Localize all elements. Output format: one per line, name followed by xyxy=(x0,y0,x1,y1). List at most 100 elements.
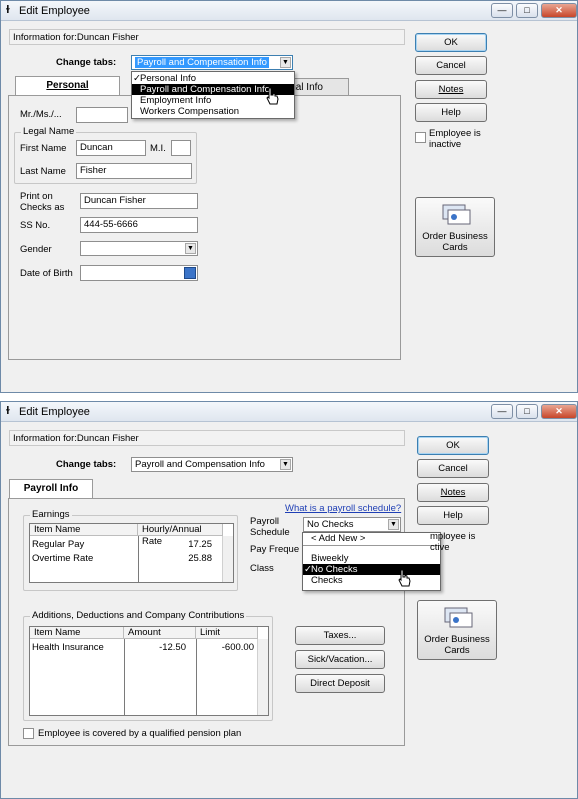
first-name-field[interactable]: Duncan xyxy=(76,140,146,156)
mr-label: Mr./Ms./... xyxy=(20,109,62,120)
payroll-schedule-select[interactable]: No Checks ▼ xyxy=(303,517,401,532)
first-name-label: First Name xyxy=(20,143,67,154)
deductions-scrollbar[interactable] xyxy=(257,639,268,715)
minimize-button[interactable]: — xyxy=(491,3,513,18)
personal-panel: Mr./Ms./... Legal Name First Name Duncan… xyxy=(8,95,401,360)
last-name-label: Last Name xyxy=(20,166,66,177)
pension-checkbox[interactable] xyxy=(23,728,34,739)
mr-field[interactable] xyxy=(76,107,128,123)
last-name-field[interactable]: Fisher xyxy=(76,163,192,179)
tab-personal[interactable]: Personal xyxy=(15,76,120,96)
inactive-label: Employee is inactive xyxy=(429,128,481,150)
deductions-table: Item Name Amount Limit Health Insurance … xyxy=(29,626,269,716)
payroll-schedule-link[interactable]: What is a payroll schedule? xyxy=(285,503,401,514)
order-business-cards-button[interactable]: Order Business Cards xyxy=(417,600,497,660)
change-tabs-select[interactable]: Payroll and Compensation Info ▼ xyxy=(131,55,293,70)
deductions-header-item: Item Name xyxy=(30,627,124,639)
sick-vacation-button[interactable]: Sick/Vacation... xyxy=(295,650,385,669)
taxes-button[interactable]: Taxes... xyxy=(295,626,385,645)
mi-field[interactable] xyxy=(171,140,191,156)
edit-employee-window-bottom: ɫ Edit Employee — □ ✕ Information for:Du… xyxy=(0,401,578,799)
pension-label: Employee is covered by a qualified pensi… xyxy=(38,728,242,739)
deductions-label: Additions, Deductions and Company Contri… xyxy=(30,610,247,621)
table-row[interactable]: Health Insurance xyxy=(32,641,104,654)
earnings-header-item: Item Name xyxy=(30,524,138,536)
gender-select[interactable]: ▼ xyxy=(80,241,198,256)
class-label: Class xyxy=(250,563,274,574)
dropdown-item-checks[interactable]: Checks xyxy=(303,575,440,586)
direct-deposit-button[interactable]: Direct Deposit xyxy=(295,674,385,693)
window-title: Edit Employee xyxy=(19,406,90,418)
title-bar: ɫ Edit Employee — □ ✕ xyxy=(1,402,577,422)
inactive-label: mployee is ctive xyxy=(430,531,476,553)
ok-button[interactable]: OK xyxy=(415,33,487,52)
dropdown-item-personal-info[interactable]: ✓ Personal Info xyxy=(132,73,294,84)
column-divider xyxy=(196,639,197,715)
ss-field[interactable]: 444-55-6666 xyxy=(80,217,198,233)
chevron-down-icon[interactable]: ▼ xyxy=(280,459,291,470)
app-icon: ɫ xyxy=(6,4,10,16)
payroll-schedule-value: No Checks xyxy=(307,519,354,530)
earnings-table: Item Name Hourly/Annual Rate Regular Pay… xyxy=(29,523,234,583)
change-tabs-value: Payroll and Compensation Info xyxy=(135,57,269,68)
order-business-cards-button[interactable]: Order Business Cards xyxy=(415,197,495,257)
dropdown-item-workers-comp[interactable]: Workers Compensation xyxy=(132,106,294,117)
dropdown-item-no-checks[interactable]: ✓ No Checks xyxy=(303,564,440,575)
check-icon: ✓ xyxy=(133,73,141,84)
ok-button[interactable]: OK xyxy=(417,436,489,455)
info-label: Information for: xyxy=(13,433,77,444)
table-row[interactable]: Regular Pay xyxy=(32,538,84,551)
dropdown-item-biweekly[interactable]: Biweekly xyxy=(303,553,440,564)
tab-payroll-label: Payroll Info xyxy=(23,483,79,494)
ss-label: SS No. xyxy=(20,220,51,231)
chevron-down-icon[interactable]: ▼ xyxy=(185,243,196,254)
table-cell[interactable]: -600.00 xyxy=(198,641,254,654)
chevron-down-icon[interactable]: ▼ xyxy=(280,57,291,68)
tab-personal-label: Personal xyxy=(46,80,89,91)
help-button[interactable]: Help xyxy=(417,506,489,525)
dropdown-spacer xyxy=(303,546,440,553)
earnings-label: Earnings xyxy=(30,509,72,520)
business-cards-icon xyxy=(442,204,471,225)
cancel-button[interactable]: Cancel xyxy=(417,459,489,478)
dob-field[interactable] xyxy=(80,265,198,281)
hand-cursor-icon xyxy=(398,569,411,587)
maximize-button[interactable]: □ xyxy=(516,3,538,18)
inactive-checkbox[interactable] xyxy=(415,132,426,143)
tab-payroll-info[interactable]: Payroll Info xyxy=(9,479,93,499)
cancel-button[interactable]: Cancel xyxy=(415,56,487,75)
employee-name: Duncan Fisher xyxy=(76,433,139,444)
change-tabs-label: Change tabs: xyxy=(56,57,117,68)
minimize-button[interactable]: — xyxy=(491,404,513,419)
dropdown-item-add-new[interactable]: < Add New > xyxy=(303,533,440,546)
payroll-schedule-dropdown: < Add New > Biweekly ✓ No Checks Checks xyxy=(302,532,441,591)
help-button[interactable]: Help xyxy=(415,103,487,122)
hand-cursor-icon xyxy=(266,87,279,105)
deductions-header-amount: Amount xyxy=(124,627,196,639)
business-cards-icon xyxy=(444,607,473,628)
maximize-button[interactable]: □ xyxy=(516,404,538,419)
change-tabs-select[interactable]: Payroll and Compensation Info ▼ xyxy=(131,457,293,472)
notes-button[interactable]: Notes xyxy=(417,483,489,502)
table-row[interactable]: Overtime Rate xyxy=(32,552,93,565)
close-button[interactable]: ✕ xyxy=(541,404,577,419)
earnings-scrollbar[interactable] xyxy=(222,536,233,582)
change-tabs-value: Payroll and Compensation Info xyxy=(135,459,265,470)
deductions-header-limit: Limit xyxy=(196,627,258,639)
table-cell[interactable]: -12.50 xyxy=(126,641,186,654)
dob-label: Date of Birth xyxy=(20,268,73,279)
mi-label: M.I. xyxy=(150,143,166,154)
close-button[interactable]: ✕ xyxy=(541,3,577,18)
payroll-schedule-label: Payroll Schedule xyxy=(250,516,290,538)
employee-name: Duncan Fisher xyxy=(76,32,139,43)
title-bar: ɫ Edit Employee — □ ✕ xyxy=(1,1,577,21)
chevron-down-icon[interactable]: ▼ xyxy=(388,519,399,530)
table-cell[interactable]: 17.25 xyxy=(140,538,212,551)
notes-button[interactable]: Notes xyxy=(415,80,487,99)
table-cell[interactable]: 25.88 xyxy=(140,552,212,565)
window-title: Edit Employee xyxy=(19,5,90,17)
calendar-icon[interactable] xyxy=(184,267,196,279)
pay-frequency-label: Pay Freque xyxy=(250,544,300,555)
print-on-checks-field[interactable]: Duncan Fisher xyxy=(80,193,198,209)
check-icon: ✓ xyxy=(304,564,312,575)
